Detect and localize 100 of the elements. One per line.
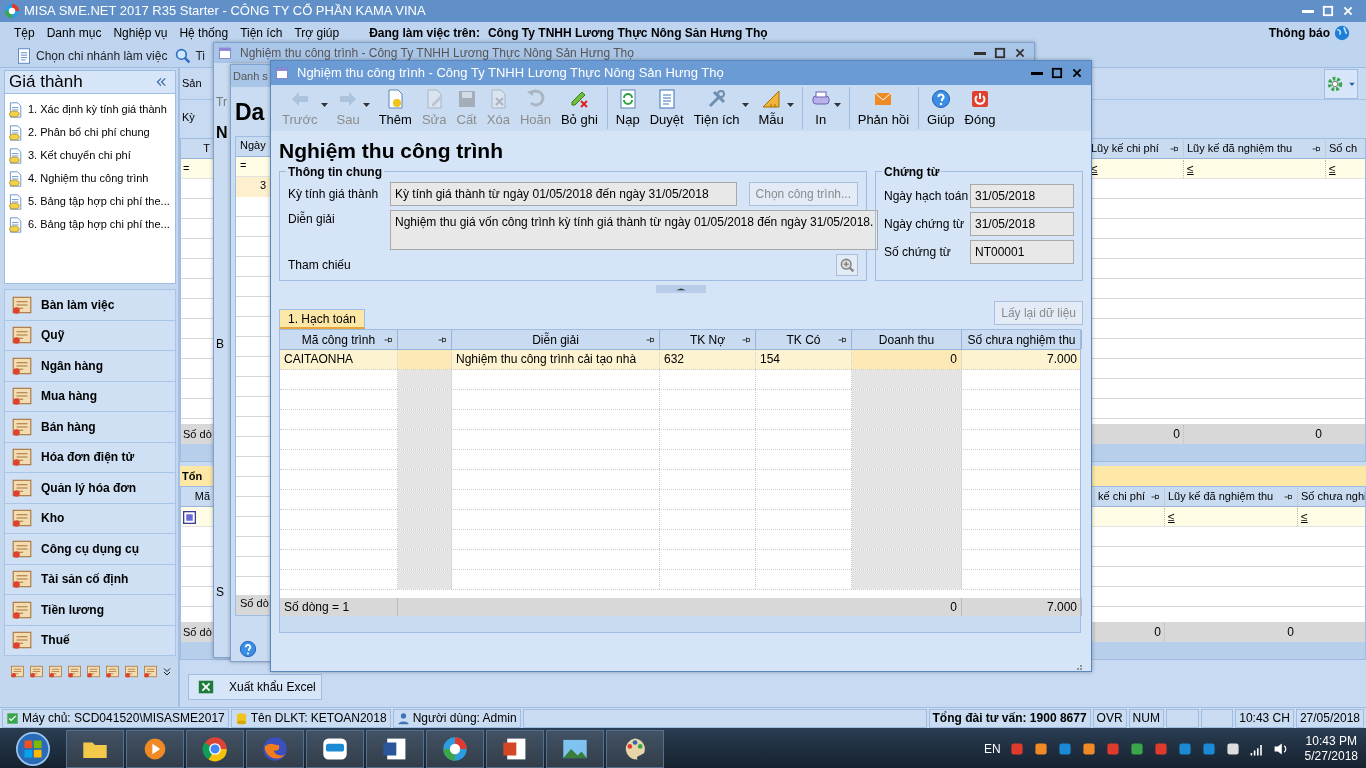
sidebar-item[interactable]: 1. Xác định kỳ tính giá thành	[5, 98, 175, 121]
caret-icon[interactable]	[833, 102, 841, 107]
tab[interactable]: 1. Hạch toán	[279, 309, 366, 329]
toolbar-button[interactable]: Duyệt	[644, 86, 689, 130]
ledger-icon[interactable]	[10, 664, 25, 679]
sidebar-item[interactable]: 6. Bảng tập hợp chi phí the...	[5, 213, 175, 236]
column-header[interactable]: Số chưa nghiệm thu	[962, 330, 1082, 349]
column-header[interactable]: Số ch	[1325, 140, 1365, 157]
filter-operator[interactable]: =	[236, 156, 270, 177]
filter-operator[interactable]: ≤	[1187, 161, 1194, 176]
sidebar-item[interactable]: 3. Kết chuyển chi phí	[5, 144, 175, 167]
tray-icon[interactable]	[1080, 740, 1097, 757]
text-area[interactable]: Nghiệm thu giá vốn công trình kỳ tính giá thành từ ngày 01/05/2018 đến ngày 31/05/2018.	[390, 210, 879, 250]
clock-date[interactable]: 5/27/2018	[1304, 748, 1358, 764]
ledger-icon[interactable]	[86, 664, 101, 679]
column-header[interactable]: T	[181, 140, 214, 157]
help-icon[interactable]	[239, 639, 257, 658]
input-field[interactable]: Kỳ tính giá thành từ ngày 01/05/2018 đến ngày 31/05/2018	[390, 182, 737, 206]
toolbar-button[interactable]: Đóng	[959, 86, 1001, 130]
start-button[interactable]	[16, 731, 50, 766]
module-button[interactable]: Thuế	[4, 624, 176, 656]
module-button[interactable]: Công cụ dụng cụ	[4, 533, 176, 565]
notification-link[interactable]: Thông báo	[1268, 24, 1330, 42]
menu-item[interactable]: Nghiệp vụ	[107, 24, 174, 42]
reference-button[interactable]	[836, 254, 858, 276]
column-header[interactable]: Số chưa nghi	[1297, 488, 1365, 505]
toolbar-button[interactable]: Chọn chi nhánh làm việc	[16, 46, 168, 65]
module-button[interactable]: Bán hàng	[4, 411, 176, 443]
taskbar-app-button[interactable]	[486, 729, 544, 768]
toolbar-button[interactable]: Nạp	[606, 86, 645, 130]
ledger-icon[interactable]	[124, 664, 139, 679]
taskbar-app-button[interactable]	[186, 729, 244, 768]
tray-icon[interactable]	[1128, 740, 1145, 757]
filter-operator[interactable]: ≤	[1329, 161, 1336, 176]
menu-item[interactable]: Danh mục	[40, 24, 108, 42]
column-header[interactable]: Mã công trình	[280, 330, 398, 349]
tab-label[interactable]: Sản	[180, 75, 213, 92]
toolbar-button[interactable]: Bỏ ghi	[555, 86, 603, 130]
module-button[interactable]: Tiền lương	[4, 594, 176, 626]
column-header[interactable]: kế chi phí	[1094, 488, 1164, 505]
module-button[interactable]: Hóa đơn điện tử	[4, 441, 176, 473]
taskbar-app-button[interactable]	[426, 729, 484, 768]
column-header[interactable]: Doanh thu	[852, 330, 962, 349]
menu-item[interactable]: Hệ thống	[173, 24, 235, 42]
ledger-icon[interactable]	[105, 664, 120, 679]
column-header[interactable]: TK Có	[756, 330, 852, 349]
input-field[interactable]: 31/05/2018	[970, 184, 1074, 208]
filter-operator[interactable]: ≤	[1301, 509, 1308, 524]
toolbar-button[interactable]: Phản hồi	[848, 86, 915, 130]
menu-item[interactable]: Trợ giúp	[288, 24, 346, 42]
caret-icon[interactable]	[742, 102, 750, 107]
column-header[interactable]: Mã	[181, 488, 214, 505]
toolbar-button[interactable]: Mẫu	[753, 86, 798, 130]
toolbar-button[interactable]: Giúp	[918, 86, 960, 130]
caret-icon[interactable]	[786, 102, 794, 107]
toolbar-button[interactable]: In	[801, 86, 845, 130]
clock-time[interactable]: 10:43 PM	[1305, 733, 1357, 749]
module-button[interactable]: Quỹ	[4, 319, 176, 351]
module-button[interactable]: Ngân hàng	[4, 350, 176, 382]
column-header[interactable]: Diễn giải	[452, 330, 660, 349]
module-button[interactable]: Mua hàng	[4, 380, 176, 412]
heading-text: Da	[234, 98, 266, 127]
input-field[interactable]: NT00001	[970, 240, 1074, 264]
tray-icon[interactable]	[1224, 740, 1241, 757]
taskbar-app-button[interactable]	[306, 729, 364, 768]
filter-operator[interactable]: ≤	[1168, 509, 1175, 524]
ledger-icon[interactable]	[29, 664, 44, 679]
column-header[interactable]: Lũy kế đã nghiệm thu	[1164, 488, 1297, 505]
sidebar-item[interactable]: 4. Nghiệm thu công trình	[5, 167, 175, 190]
taskbar-app-button[interactable]	[606, 729, 664, 768]
sidebar-item[interactable]: 5. Bảng tập hợp chi phí the...	[5, 190, 175, 213]
input-field[interactable]: 31/05/2018	[970, 212, 1074, 236]
taskbar-app-button[interactable]	[366, 729, 424, 768]
section-tab[interactable]: Tổn	[180, 467, 213, 485]
taskbar-app-button[interactable]	[546, 729, 604, 768]
settings-button[interactable]	[1324, 68, 1358, 99]
filter-operator[interactable]: =	[183, 162, 190, 175]
module-button[interactable]: Tài sản cố định	[4, 563, 176, 595]
taskbar-app-button[interactable]	[126, 729, 184, 768]
ledger-icon[interactable]	[48, 664, 63, 679]
ledger-icon[interactable]	[67, 664, 82, 679]
export-button[interactable]: Xuất khẩu Excel	[188, 674, 322, 700]
module-button[interactable]: Bàn làm việc	[4, 289, 176, 321]
column-header[interactable]: Ngày	[236, 136, 270, 157]
column-header[interactable]: Lũy kế đã nghiệm thu	[1183, 140, 1325, 157]
toolbar-button[interactable]: Ti	[175, 46, 205, 65]
scrollbar[interactable]	[280, 616, 1080, 632]
module-button[interactable]: Quản lý hóa đơn	[4, 472, 176, 504]
language-indicator[interactable]: EN	[983, 739, 1001, 758]
toolbar-button[interactable]: Thêm	[373, 86, 417, 130]
menu-item[interactable]: Tiện ích	[234, 24, 289, 42]
column-header[interactable]: TK Nợ	[660, 330, 756, 349]
module-button[interactable]: Kho	[4, 502, 176, 534]
menu-item[interactable]: Tệp	[8, 24, 41, 42]
tray-icon[interactable]	[1032, 740, 1049, 757]
taskbar-app-button[interactable]	[66, 729, 124, 768]
checkbox-icon[interactable]	[183, 510, 196, 524]
collapse-handle-icon[interactable]	[656, 285, 706, 293]
sidebar-item[interactable]: 2. Phân bổ chi phí chung	[5, 121, 175, 144]
toolbar-button[interactable]: Tiện ích	[688, 86, 754, 130]
